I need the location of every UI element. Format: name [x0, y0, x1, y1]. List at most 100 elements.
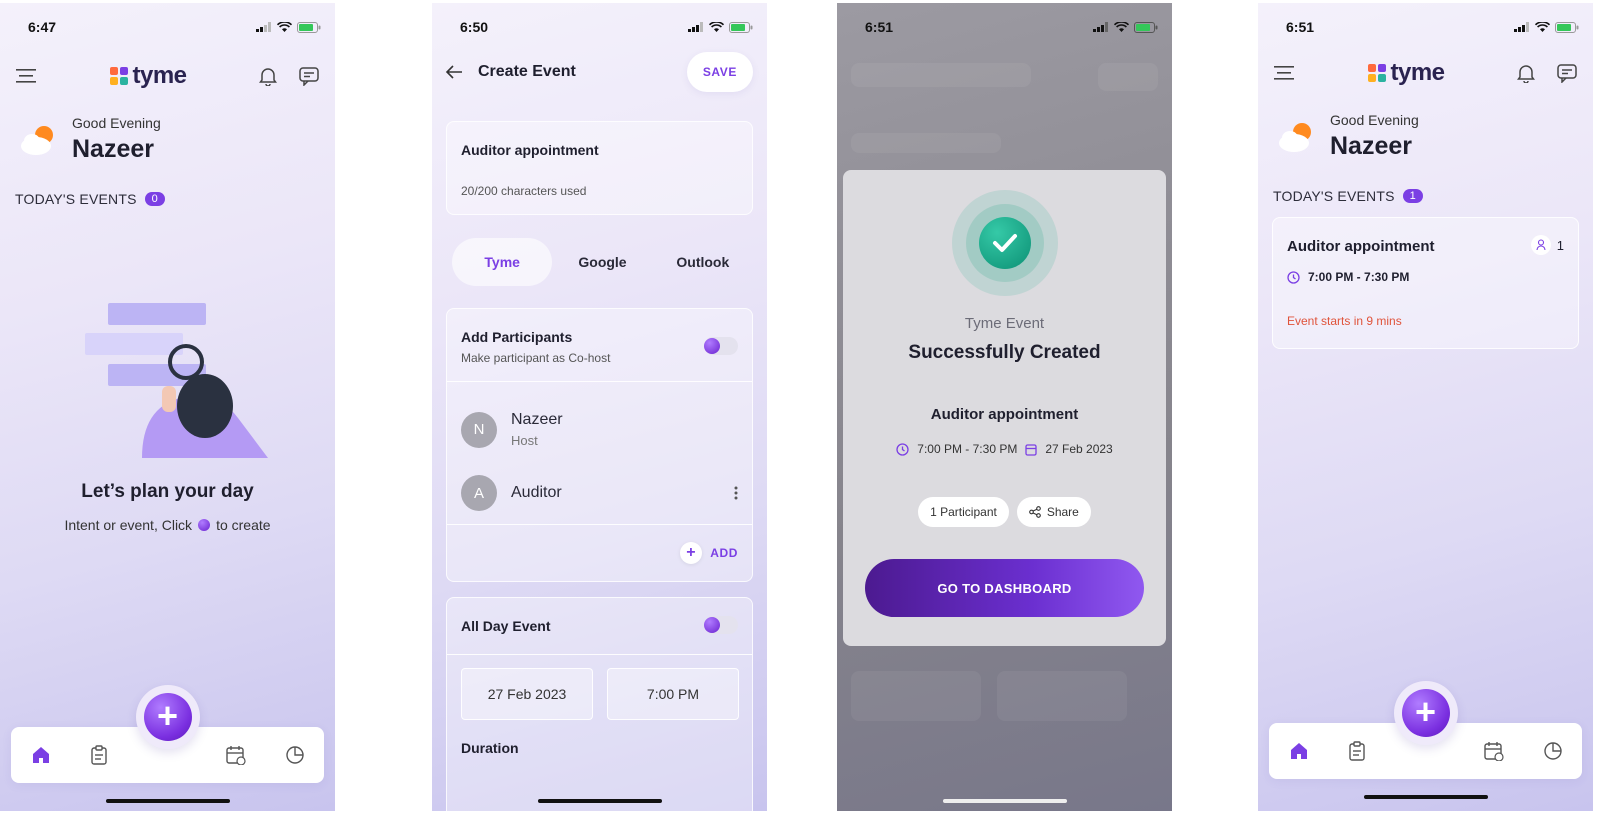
calendar-small-icon — [1025, 443, 1037, 456]
avatar: A — [461, 475, 497, 511]
page-title: Create Event — [478, 63, 576, 80]
event-participants: 1 — [1530, 235, 1564, 255]
calendar-icon[interactable] — [1483, 741, 1504, 761]
battery-icon — [729, 21, 753, 33]
event-time-range: 7:00 PM - 7:30 PM — [917, 442, 1018, 456]
event-card[interactable]: Auditor appointment 1 7:00 PM - 7:30 PM … — [1272, 217, 1579, 349]
home-screen-with-event: 6:51 tyme Good Evening Nazeer TODAY'S EV… — [1258, 3, 1593, 811]
share-chip[interactable]: Share — [1016, 497, 1091, 527]
share-icon — [1028, 506, 1041, 518]
event-title-input[interactable]: Auditor appointment — [461, 142, 599, 158]
wifi-icon — [1535, 21, 1550, 32]
empty-sub-after: to create — [216, 517, 271, 533]
blurred-time — [997, 671, 1127, 721]
participant-count: 1 — [1556, 237, 1564, 253]
empty-state-illustration — [85, 303, 268, 458]
participants-chip[interactable]: 1 Participant — [918, 497, 1009, 527]
battery-icon — [1134, 21, 1158, 33]
date-field[interactable]: 27 Feb 2023 — [461, 668, 593, 720]
time-field[interactable]: 7:00 PM — [607, 668, 739, 720]
create-event-screen: 6:50 Create Event SAVE Auditor appointme… — [432, 3, 767, 811]
chat-icon[interactable] — [1557, 63, 1577, 83]
weather-cloud-icon — [21, 125, 53, 155]
create-fab-button[interactable]: + — [1401, 689, 1450, 737]
blurred-header — [851, 63, 1031, 87]
divider — [447, 654, 752, 655]
check-icon — [992, 234, 1017, 252]
char-counter: 20/200 characters used — [461, 184, 587, 198]
signal-icon — [688, 22, 703, 32]
wifi-icon — [277, 21, 292, 32]
greeting-text: Good Evening — [1330, 112, 1419, 128]
create-button-ring: + — [135, 685, 200, 749]
participant-role: Host — [511, 433, 538, 448]
tab-google[interactable]: Google — [552, 238, 652, 286]
go-to-dashboard-button[interactable]: GO TO DASHBOARD — [865, 559, 1144, 617]
tab-outlook[interactable]: Outlook — [653, 238, 753, 286]
home-indicator — [942, 799, 1067, 803]
back-arrow-icon[interactable] — [444, 64, 464, 80]
analytics-icon[interactable] — [1543, 741, 1563, 761]
event-time: 7:00 PM - 7:30 PM — [1287, 270, 1409, 284]
status-time: 6:51 — [1286, 19, 1315, 35]
add-participant-button[interactable]: + ADD — [680, 542, 738, 564]
save-button[interactable]: SAVE — [686, 52, 753, 92]
participant-row[interactable]: N Nazeer Host — [461, 411, 738, 448]
chat-icon[interactable] — [299, 66, 319, 86]
participants-title: Add Participants — [461, 329, 573, 345]
participant-row[interactable]: A Auditor — [461, 475, 738, 511]
status-bar: 6:51 — [1286, 17, 1579, 37]
home-icon[interactable] — [31, 745, 51, 765]
participants-subtitle: Make participant as Co-host — [461, 351, 611, 365]
event-name: Auditor appointment — [930, 406, 1079, 423]
bell-icon[interactable] — [259, 66, 277, 86]
home-indicator — [1363, 795, 1488, 799]
date-time-card: All Day Event 27 Feb 2023 7:00 PM Durati… — [446, 597, 753, 811]
analytics-icon[interactable] — [285, 745, 305, 765]
event-title: Auditor appointment — [1287, 238, 1435, 255]
todays-events-header: TODAY'S EVENTS 0 — [15, 191, 165, 207]
battery-icon — [1555, 21, 1579, 33]
cohost-toggle[interactable] — [704, 337, 738, 355]
event-time-range: 7:00 PM - 7:30 PM — [1308, 270, 1410, 284]
blurred-save — [1098, 63, 1158, 91]
event-start-warning: Event starts in 9 mins — [1287, 314, 1402, 328]
empty-sub-before: Intent or event, Click — [64, 517, 193, 533]
status-time: 6:50 — [460, 19, 489, 35]
modal-title: Successfully Created — [908, 342, 1101, 363]
menu-icon[interactable] — [1274, 65, 1296, 81]
tyme-logo-icon — [1368, 64, 1387, 82]
participants-card: Add Participants Make participant as Co-… — [446, 308, 753, 582]
all-day-toggle[interactable] — [704, 616, 738, 634]
person-icon — [1536, 239, 1546, 251]
wifi-icon — [1114, 21, 1129, 32]
more-vertical-icon[interactable] — [734, 486, 738, 500]
todays-events-header: TODAY'S EVENTS 1 — [1273, 188, 1423, 204]
brand-logo: tyme — [110, 62, 187, 90]
event-meta: 7:00 PM - 7:30 PM 27 Feb 2023 — [843, 442, 1166, 456]
menu-icon[interactable] — [16, 68, 38, 84]
clipboard-icon[interactable] — [1348, 741, 1366, 761]
greeting-text: Good Evening — [72, 115, 161, 131]
calendar-icon[interactable] — [225, 745, 246, 765]
bell-icon[interactable] — [1517, 63, 1535, 83]
brand-name: tyme — [1390, 59, 1445, 86]
avatar: N — [461, 411, 497, 448]
tab-tyme[interactable]: Tyme — [452, 238, 553, 286]
add-label: ADD — [710, 546, 738, 560]
brand-logo: tyme — [1368, 59, 1445, 87]
clipboard-icon[interactable] — [90, 745, 108, 765]
calendar-tabs: Tyme Google Outlook — [452, 238, 753, 286]
home-icon[interactable] — [1289, 741, 1309, 761]
event-title-card[interactable]: Auditor appointment 20/200 characters us… — [446, 121, 753, 215]
events-count-badge: 1 — [1402, 189, 1423, 203]
modal-subtitle: Tyme Event — [964, 315, 1045, 332]
create-dot-icon — [198, 519, 211, 531]
signal-icon — [1514, 22, 1529, 32]
events-label: TODAY'S EVENTS — [1273, 188, 1395, 204]
home-indicator — [105, 799, 230, 803]
brand-name: tyme — [132, 62, 187, 89]
divider — [447, 524, 752, 525]
create-fab-button[interactable]: + — [143, 693, 192, 741]
plus-icon: + — [680, 542, 703, 564]
